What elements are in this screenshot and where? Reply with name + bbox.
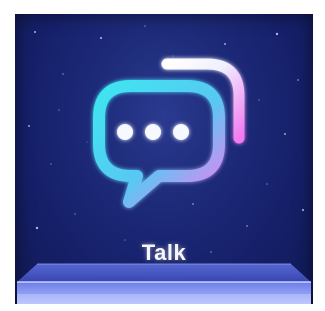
device-screen: Talk bbox=[15, 14, 313, 304]
icon-pedestal bbox=[17, 263, 311, 304]
chat-bubble-icon[interactable] bbox=[75, 42, 255, 222]
device-frame: Talk bbox=[0, 0, 325, 311]
